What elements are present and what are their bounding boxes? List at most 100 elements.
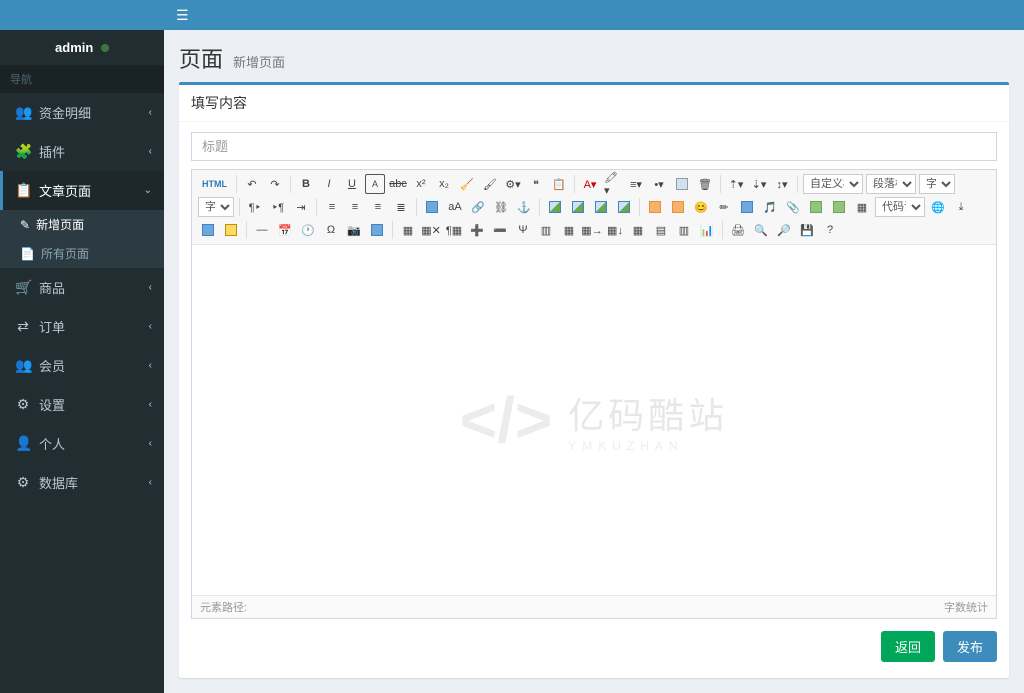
subscript-icon[interactable]: x₂ bbox=[434, 174, 454, 194]
pagebreak-icon[interactable]: ⤓ bbox=[951, 197, 971, 217]
attachment-icon[interactable]: 📎 bbox=[783, 197, 803, 217]
spechars-icon[interactable]: Ω bbox=[321, 220, 341, 240]
insertorderedlist-icon[interactable]: ≡▾ bbox=[626, 174, 646, 194]
deletetable-icon[interactable]: ▦✕ bbox=[421, 220, 441, 240]
imagecenter-icon[interactable] bbox=[614, 197, 634, 217]
deleterow-icon[interactable]: ➖ bbox=[490, 220, 510, 240]
print-icon[interactable]: 🖨 bbox=[728, 220, 748, 240]
justifyright-icon[interactable]: ≡ bbox=[368, 197, 388, 217]
italic-icon[interactable]: I bbox=[319, 174, 339, 194]
editor-content-area[interactable]: </> 亿码酷站 YMKUZHAN bbox=[192, 245, 996, 595]
nav-item-orders[interactable]: ⇄订单 ‹ bbox=[0, 307, 164, 346]
wordimage-icon[interactable] bbox=[367, 220, 387, 240]
formatmatch-icon[interactable]: 🖌 bbox=[480, 174, 500, 194]
directionrtl-icon[interactable]: ‣¶ bbox=[268, 197, 288, 217]
unlink-icon[interactable]: ⛓ bbox=[491, 197, 511, 217]
nav-item-pages[interactable]: 📋文章页面 ⌄ bbox=[0, 171, 164, 210]
music-icon[interactable]: 🎵 bbox=[760, 197, 780, 217]
map-icon[interactable] bbox=[806, 197, 826, 217]
nav-subitem-all-pages[interactable]: 📄 所有页面 bbox=[0, 239, 164, 268]
splittorows-icon[interactable]: ▤ bbox=[651, 220, 671, 240]
source-button[interactable]: HTML bbox=[198, 174, 231, 194]
snapscreen-icon[interactable]: 📷 bbox=[344, 220, 364, 240]
scrawl-icon[interactable]: ✏ bbox=[714, 197, 734, 217]
insertparagraphbeforetable-icon[interactable]: ¶▦ bbox=[444, 220, 464, 240]
splittocols-icon[interactable]: ▥ bbox=[674, 220, 694, 240]
rowspacingtop-icon[interactable]: ⇡▾ bbox=[726, 174, 746, 194]
drafts-icon[interactable]: 💾 bbox=[797, 220, 817, 240]
insertunorderedlist-icon[interactable]: •▾ bbox=[649, 174, 669, 194]
redo-icon[interactable]: ↷ bbox=[265, 174, 285, 194]
link-icon[interactable]: 🔗 bbox=[468, 197, 488, 217]
insertimage-icon[interactable] bbox=[668, 197, 688, 217]
simpleupload-icon[interactable] bbox=[645, 197, 665, 217]
time-icon[interactable]: 🕐 bbox=[298, 220, 318, 240]
removeformat-icon[interactable]: 🧹 bbox=[457, 174, 477, 194]
underline-icon[interactable]: U bbox=[342, 174, 362, 194]
horizontal-icon[interactable]: — bbox=[252, 220, 272, 240]
superscript-icon[interactable]: x² bbox=[411, 174, 431, 194]
mergeright-icon[interactable]: ▦→ bbox=[582, 220, 602, 240]
mergecells-icon[interactable]: ▦ bbox=[559, 220, 579, 240]
back-button[interactable]: 返回 bbox=[881, 631, 935, 662]
inserttable-icon[interactable]: ▦ bbox=[398, 220, 418, 240]
nav-item-funds[interactable]: 👥资金明细 ‹ bbox=[0, 93, 164, 132]
selectall-icon[interactable] bbox=[672, 174, 692, 194]
lineheight-icon[interactable]: ↕▾ bbox=[772, 174, 792, 194]
rowspacingbottom-icon[interactable]: ⇣▾ bbox=[749, 174, 769, 194]
insertvideo-icon[interactable] bbox=[737, 197, 757, 217]
fontfamily-select[interactable]: 字体 bbox=[919, 174, 955, 194]
justifycenter-icon[interactable]: ≡ bbox=[345, 197, 365, 217]
justifyjustify-icon[interactable]: ≣ bbox=[391, 197, 411, 217]
undo-icon[interactable]: ↶ bbox=[242, 174, 262, 194]
mergedown-icon[interactable]: ▦↓ bbox=[605, 220, 625, 240]
backcolor-icon[interactable]: 🖍▾ bbox=[603, 174, 623, 194]
blockquote-icon[interactable]: ❝ bbox=[526, 174, 546, 194]
fontsize-select[interactable]: 字号 bbox=[198, 197, 234, 217]
autotypeset-icon[interactable]: ⚙▾ bbox=[503, 174, 523, 194]
fontborder-icon[interactable]: A bbox=[365, 174, 385, 194]
tolowercase-icon[interactable]: aA bbox=[445, 197, 465, 217]
template-icon[interactable] bbox=[198, 220, 218, 240]
directionltr-icon[interactable]: ¶‣ bbox=[245, 197, 265, 217]
justifyleft-icon[interactable]: ≡ bbox=[322, 197, 342, 217]
sidebar-toggle-icon[interactable]: ☰ bbox=[176, 7, 189, 24]
emotion-icon[interactable]: 😊 bbox=[691, 197, 711, 217]
date-icon[interactable]: 📅 bbox=[275, 220, 295, 240]
forecolor-icon[interactable]: A▾ bbox=[580, 174, 600, 194]
imagenone-icon[interactable] bbox=[545, 197, 565, 217]
nav-item-products[interactable]: 🛒商品 ‹ bbox=[0, 268, 164, 307]
touppercase-icon[interactable] bbox=[422, 197, 442, 217]
pasteplain-icon[interactable]: 📋 bbox=[549, 174, 569, 194]
splittocells-icon[interactable]: ▦ bbox=[628, 220, 648, 240]
preview-icon[interactable]: 🔍 bbox=[751, 220, 771, 240]
nav-subitem-add-page[interactable]: ✎ 新增页面 bbox=[0, 210, 164, 239]
cleardoc-icon[interactable]: 🗑 bbox=[695, 174, 715, 194]
title-input[interactable] bbox=[191, 132, 997, 161]
nav-item-settings[interactable]: ⚙设置 ‹ bbox=[0, 385, 164, 424]
customstyle-select[interactable]: 自定义标… bbox=[803, 174, 863, 194]
help-icon[interactable]: ? bbox=[820, 220, 840, 240]
insertcol-icon[interactable]: Ψ bbox=[513, 220, 533, 240]
imageright-icon[interactable] bbox=[591, 197, 611, 217]
nav-item-personal[interactable]: 👤个人 ‹ bbox=[0, 424, 164, 463]
anchor-icon[interactable]: ⚓ bbox=[514, 197, 534, 217]
indent-icon[interactable]: ⇥ bbox=[291, 197, 311, 217]
strikethrough-icon[interactable]: abc bbox=[388, 174, 408, 194]
publish-button[interactable]: 发布 bbox=[943, 631, 997, 662]
nav-item-members[interactable]: 👥会员 ‹ bbox=[0, 346, 164, 385]
searchreplace-icon[interactable]: 🔎 bbox=[774, 220, 794, 240]
insertrow-icon[interactable]: ➕ bbox=[467, 220, 487, 240]
bold-icon[interactable]: B bbox=[296, 174, 316, 194]
nav-item-plugins[interactable]: 🧩插件 ‹ bbox=[0, 132, 164, 171]
insertframe-icon[interactable]: ▦ bbox=[852, 197, 872, 217]
webapp-icon[interactable]: 🌐 bbox=[928, 197, 948, 217]
nav-item-database[interactable]: ⚙数据库 ‹ bbox=[0, 463, 164, 502]
gmap-icon[interactable] bbox=[829, 197, 849, 217]
insertcode-select[interactable]: 代码语言 bbox=[875, 197, 925, 217]
deletecol-icon[interactable]: ▥ bbox=[536, 220, 556, 240]
background-icon[interactable] bbox=[221, 220, 241, 240]
imageleft-icon[interactable] bbox=[568, 197, 588, 217]
paragraph-select[interactable]: 段落格式 bbox=[866, 174, 916, 194]
charts-icon[interactable]: 📊 bbox=[697, 220, 717, 240]
